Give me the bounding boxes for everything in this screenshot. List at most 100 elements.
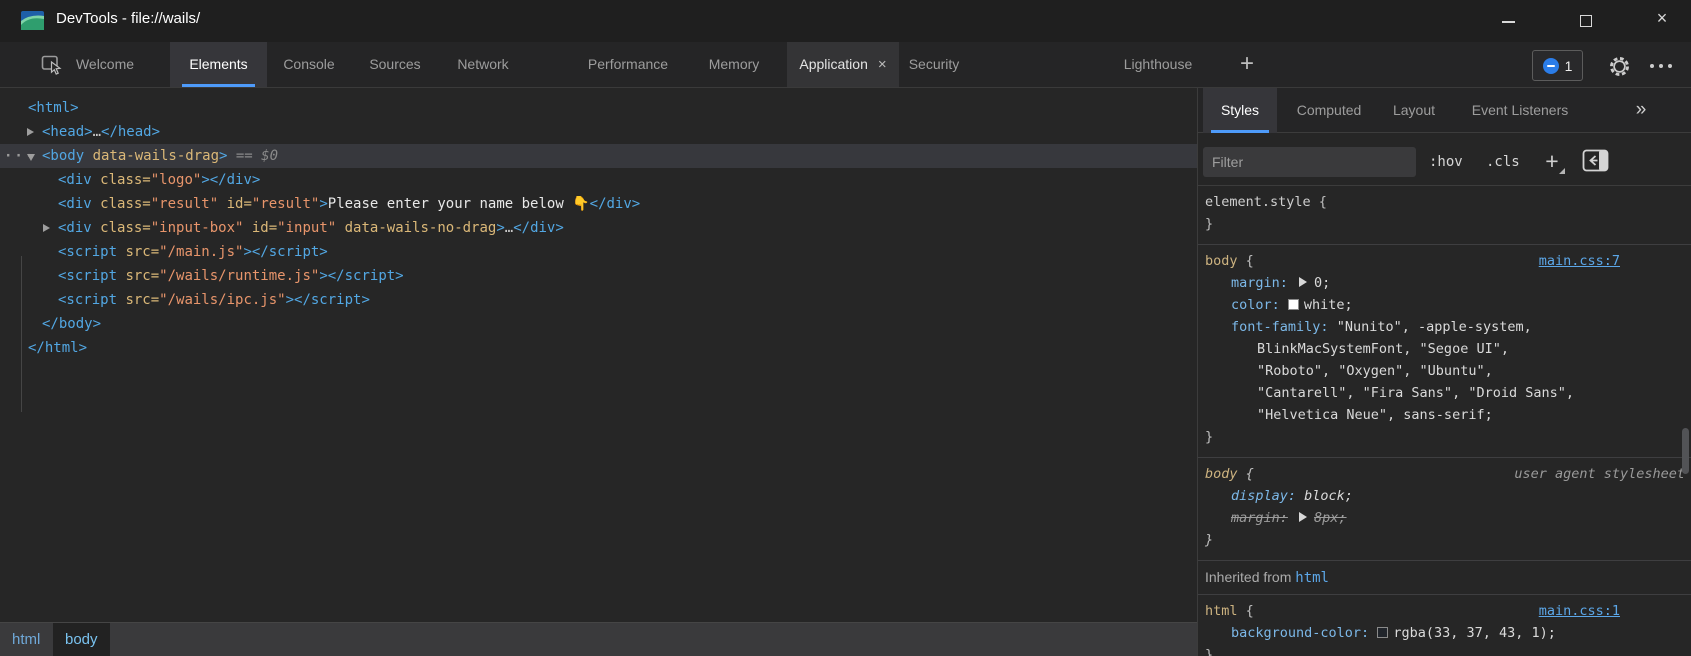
css-selector: body [1205,253,1238,269]
tab-elements[interactable]: Elements [170,42,267,87]
expand-value-icon[interactable] [1299,277,1307,287]
tab-styles[interactable]: Styles [1203,88,1277,133]
color-swatch[interactable] [1288,299,1299,310]
css-property-value-continued: "Helvetica Neue", sans-serif; [1205,404,1691,426]
inherited-from-header: Inherited from html [1198,561,1691,595]
breadcrumb-item-html[interactable]: html [0,623,52,656]
tab-lighthouse[interactable]: Lighthouse [1112,42,1204,87]
styles-pane: element.style {}body {main.css:7margin: … [1198,186,1691,656]
breadcrumb: html body [0,622,1197,656]
tab-security[interactable]: Security [902,42,966,87]
dom-tree-node[interactable]: <div class="input-box" id="input" data-w… [0,216,1197,240]
css-property[interactable]: margin: 0; [1205,272,1691,294]
minimize-button[interactable] [1480,0,1536,42]
css-selector-line[interactable]: element.style { [1205,191,1691,213]
code-token: "/wails/ipc.js" [159,292,285,308]
close-brace-line: } [1205,213,1691,235]
dom-tree-node[interactable]: <head>…</head> [0,120,1197,144]
notification-count: 1 [1565,58,1573,74]
scrollbar-thumb[interactable] [1682,428,1689,474]
toggle-element-state-button[interactable]: :hov [1429,147,1463,177]
tab-label: Performance [588,56,668,72]
css-property-name: background-color: [1231,625,1369,641]
code-token: <html> [28,100,79,116]
more-tabs-chevron-icon[interactable]: » [1626,88,1656,133]
stylesheet-link[interactable]: main.css:1 [1539,600,1620,622]
code-token: class= [100,172,151,188]
tab-close-icon[interactable]: × [878,42,887,87]
code-token: </div> [513,220,564,236]
code-token: id= [243,220,277,236]
css-selector: html [1205,603,1238,619]
dom-tree-node[interactable]: ···<body data-wails-drag> == $0 [0,144,1197,168]
close-brace: } [1205,216,1213,232]
stylesheet-link[interactable]: main.css:7 [1539,250,1620,272]
css-property[interactable]: display: block; [1205,485,1691,507]
color-swatch[interactable] [1377,627,1388,638]
code-token: ></script> [286,292,370,308]
expand-value-icon[interactable] [1299,512,1307,522]
tab-label: Sources [369,56,420,72]
code-token: class= [100,220,151,236]
tab-memory[interactable]: Memory [700,42,768,87]
tab-computed[interactable]: Computed [1283,88,1375,133]
settings-button[interactable] [1603,50,1635,82]
css-selector-line[interactable]: body { main.css:7 [1205,250,1691,272]
dom-tree-node[interactable]: <script src="/main.js"></script> [0,240,1197,264]
dom-tree-node[interactable]: <script src="/wails/runtime.js"></script… [0,264,1197,288]
element-classes-button[interactable]: .cls [1486,147,1520,177]
dom-tree-node[interactable]: <html> [0,96,1197,120]
css-selector-line[interactable]: body {user agent stylesheet [1205,463,1691,485]
close-button[interactable]: × [1634,0,1690,42]
dom-tree-node[interactable]: </body> [0,312,1197,336]
expand-arrow-icon[interactable] [43,224,50,232]
gap [1288,275,1296,291]
collapse-arrow-icon[interactable] [27,154,35,161]
tab-layout[interactable]: Layout [1381,88,1447,133]
code-token: <script [58,292,125,308]
dom-tree-node[interactable]: <div class="logo"></div> [0,168,1197,192]
code-token: <div [58,220,100,236]
close-brace-line: } [1205,529,1691,551]
tab-console[interactable]: Console [274,42,344,87]
css-property[interactable]: font-family: "Nunito", -apple-system, [1205,316,1691,338]
expand-arrow-icon[interactable] [27,128,34,136]
code-token: data-wails-drag [93,148,219,164]
add-tab-button[interactable]: + [1240,42,1274,87]
new-style-rule-button[interactable]: + [1538,145,1566,177]
filter-input[interactable] [1203,147,1416,177]
tab-event-listeners[interactable]: Event Listeners [1456,88,1584,133]
code-token: <div [58,172,100,188]
close-brace: } [1205,647,1213,656]
sidebar-tab-bar: Styles Computed Layout Event Listeners » [1198,88,1691,133]
open-brace: { [1238,253,1254,269]
tab-network[interactable]: Network [446,42,520,87]
dom-tree-node[interactable]: </html> [0,336,1197,360]
inherited-node-link[interactable]: html [1295,570,1329,586]
css-property[interactable]: background-color: rgba(33, 37, 43, 1); [1205,622,1691,644]
tab-welcome[interactable]: Welcome [63,42,147,87]
toggle-sidebar-button[interactable] [1582,148,1609,173]
gap [1280,297,1288,313]
css-selector-line[interactable]: html {main.css:1 [1205,600,1691,622]
tab-label: Styles [1221,102,1259,118]
css-property[interactable]: color: white; [1205,294,1691,316]
code-token: "result" [252,196,319,212]
gap [1288,510,1296,526]
styles-toolbar: :hov .cls + [1198,134,1691,186]
tab-sources[interactable]: Sources [360,42,430,87]
code-token: class= [100,196,151,212]
dom-tree-node[interactable]: <script src="/wails/ipc.js"></script> [0,288,1197,312]
maximize-button[interactable] [1557,0,1613,42]
tab-performance[interactable]: Performance [580,42,676,87]
breadcrumb-item-body[interactable]: body [53,623,110,656]
dom-tree-node[interactable]: <div class="result" id="result">Please e… [0,192,1197,216]
css-property-value: block; [1304,488,1353,504]
code-token: "input-box" [151,220,244,236]
css-property-value: 0; [1314,275,1330,291]
styles-sidebar: Styles Computed Layout Event Listeners »… [1198,88,1691,656]
tab-application[interactable]: Application× [787,42,899,87]
more-options-button[interactable] [1645,50,1677,82]
feedback-chat-button[interactable]: 1 [1532,50,1583,81]
css-property[interactable]: margin: 8px; [1205,507,1691,529]
